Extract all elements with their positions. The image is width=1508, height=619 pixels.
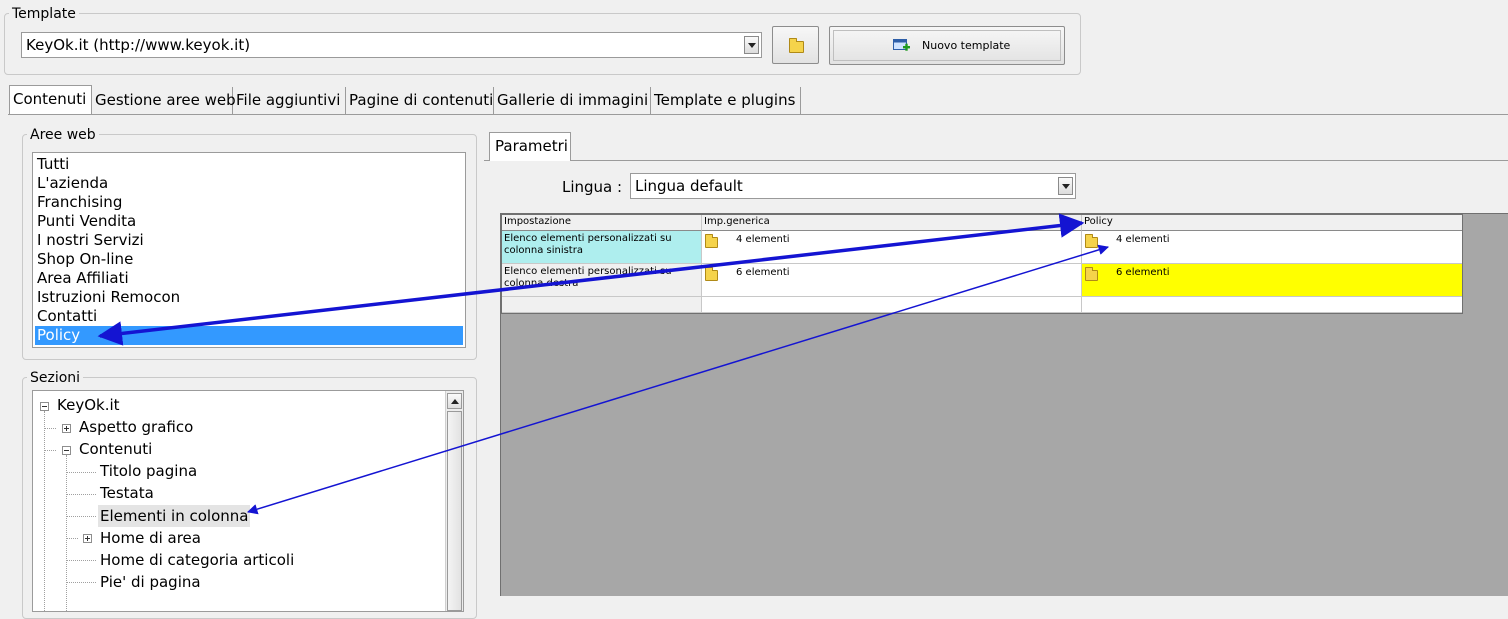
tree-item-pie-di-pagina[interactable]: Pie' di pagina: [98, 571, 203, 593]
tab-gallerie-di-immagini[interactable]: Gallerie di immagini: [494, 87, 651, 114]
cell-value: 6 elementi: [1116, 267, 1170, 278]
tab-file-aggiuntivi[interactable]: File aggiuntivi: [233, 87, 346, 114]
grid-cell-policy[interactable]: 6 elementi: [1082, 264, 1462, 297]
scrollbar-thumb[interactable]: [447, 411, 462, 611]
tree-line: [66, 516, 96, 517]
tree-line: [66, 472, 96, 473]
parametri-tab-baseline: [484, 160, 1508, 161]
grid-empty-cell: [1082, 297, 1462, 313]
tab-strip-baseline: [8, 114, 1508, 115]
cell-value: 4 elementi: [736, 234, 790, 245]
tree-line: [44, 450, 56, 451]
collapse-icon[interactable]: [62, 446, 71, 455]
tree-line: [66, 560, 96, 561]
expand-icon[interactable]: [62, 424, 71, 433]
folder-icon[interactable]: [705, 267, 718, 281]
folder-icon[interactable]: [705, 234, 718, 248]
scroll-up-icon[interactable]: [447, 393, 462, 409]
tree-scrollbar[interactable]: [445, 391, 463, 611]
new-template-label: Nuovo template: [922, 39, 1011, 52]
sezioni-legend: Sezioni: [27, 370, 84, 386]
cell-value: 6 elementi: [736, 267, 790, 278]
dropdown-arrow-icon[interactable]: [1058, 177, 1073, 195]
tree-line: [44, 428, 56, 429]
tree-item-elementi-in-colonna[interactable]: Elementi in colonna: [98, 505, 251, 527]
grid-empty-cell: [502, 297, 702, 313]
list-item-franchising[interactable]: Franchising: [35, 193, 463, 212]
folder-icon[interactable]: [1085, 234, 1098, 248]
tree-item-home-di-area[interactable]: Home di area: [98, 527, 203, 549]
collapse-icon[interactable]: [40, 402, 49, 411]
tree-line: [66, 494, 96, 495]
aree-web-legend: Aree web: [27, 127, 99, 143]
tree-item-testata[interactable]: Testata: [98, 482, 156, 504]
tree-item-keyok[interactable]: KeyOk.it: [55, 394, 122, 416]
tree-item-home-di-categoria-articoli[interactable]: Home di categoria articoli: [98, 549, 296, 571]
template-legend: Template: [9, 6, 79, 22]
tab-template-e-plugins[interactable]: Template e plugins: [651, 87, 801, 114]
list-item-istruzioni-remocon[interactable]: Istruzioni Remocon: [35, 288, 463, 307]
template-select[interactable]: KeyOk.it (http://www.keyok.it): [21, 32, 762, 58]
tab-parametri[interactable]: Parametri: [489, 132, 571, 161]
settings-grid[interactable]: Impostazione Imp.generica Policy Elenco …: [501, 214, 1463, 314]
folder-icon: [789, 38, 804, 53]
tree-line: [66, 582, 96, 583]
list-item-punti-vendita[interactable]: Punti Vendita: [35, 212, 463, 231]
tree-line: [44, 411, 45, 611]
lingua-select[interactable]: Lingua default: [630, 173, 1076, 199]
list-item-i-nostri-servizi[interactable]: I nostri Servizi: [35, 231, 463, 250]
tab-contenuti[interactable]: Contenuti: [9, 85, 92, 114]
tree-item-contenuti[interactable]: Contenuti: [77, 438, 154, 460]
list-item-shop-on-line[interactable]: Shop On-line: [35, 250, 463, 269]
grid-empty-cell: [702, 297, 1082, 313]
add-window-icon: [893, 39, 910, 51]
tree-item-titolo-pagina[interactable]: Titolo pagina: [98, 460, 199, 482]
tree-line: [66, 455, 67, 611]
expand-icon[interactable]: [83, 534, 92, 543]
template-select-value: KeyOk.it (http://www.keyok.it): [26, 36, 251, 54]
lingua-label: Lingua :: [562, 178, 623, 196]
new-template-button[interactable]: Nuovo template: [829, 26, 1065, 65]
cell-value: 4 elementi: [1116, 234, 1170, 245]
column-header-impostazione[interactable]: Impostazione: [502, 215, 702, 231]
list-item-lazienda[interactable]: L'azienda: [35, 174, 463, 193]
tab-pagine-di-contenuti[interactable]: Pagine di contenuti: [346, 87, 494, 114]
tree-line: [66, 538, 78, 539]
lingua-select-value: Lingua default: [635, 177, 743, 195]
list-item-contatti[interactable]: Contatti: [35, 307, 463, 326]
list-item-tutti[interactable]: Tutti: [35, 155, 463, 174]
column-header-imp-generica[interactable]: Imp.generica: [702, 215, 1082, 231]
list-item-area-affiliati[interactable]: Area Affiliati: [35, 269, 463, 288]
folder-icon[interactable]: [1085, 267, 1098, 281]
tab-gestione-aree-web[interactable]: Gestione aree web: [92, 87, 236, 114]
tree-item-aspetto-grafico[interactable]: Aspetto grafico: [77, 416, 195, 438]
grid-cell-generic[interactable]: 6 elementi: [702, 264, 1082, 297]
sezioni-tree[interactable]: KeyOk.it Aspetto grafico Contenuti Titol…: [32, 390, 464, 612]
grid-cell-policy[interactable]: 4 elementi: [1082, 231, 1462, 264]
column-header-policy[interactable]: Policy: [1082, 215, 1462, 231]
aree-web-list[interactable]: Tutti L'azienda Franchising Punti Vendit…: [32, 152, 466, 348]
grid-row-setting[interactable]: Elenco elementi personalizzati su colonn…: [502, 264, 702, 297]
dropdown-arrow-icon[interactable]: [744, 36, 759, 54]
grid-cell-generic[interactable]: 4 elementi: [702, 231, 1082, 264]
grid-row-setting[interactable]: Elenco elementi personalizzati su colonn…: [502, 231, 702, 264]
list-item-policy[interactable]: Policy: [35, 326, 463, 345]
browse-folder-button[interactable]: [772, 26, 819, 64]
